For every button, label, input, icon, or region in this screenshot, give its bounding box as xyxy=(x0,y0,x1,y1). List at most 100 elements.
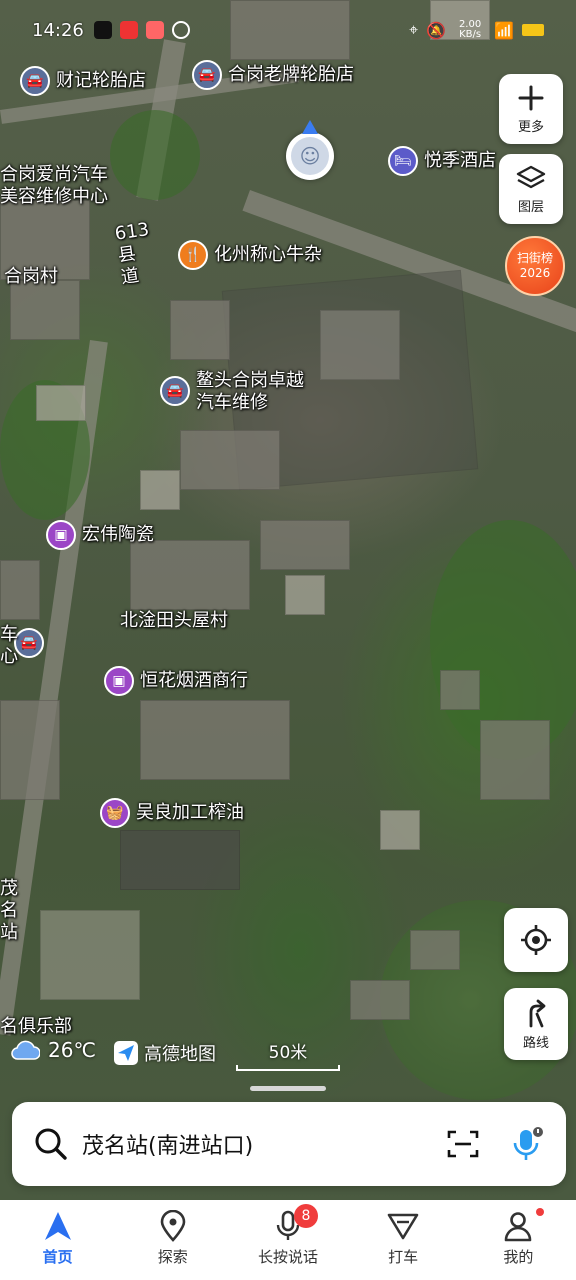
search-query[interactable]: 茂名站(南进站口) xyxy=(82,1128,446,1160)
car-repair-icon: 🚘 xyxy=(160,376,190,406)
wifi-icon: 📶 xyxy=(494,20,514,40)
net-speed: 2.00 KB/s xyxy=(458,19,482,40)
unread-dot xyxy=(536,1208,545,1216)
building xyxy=(130,540,250,610)
clock: 14:26 xyxy=(32,19,84,41)
poi-car-repair[interactable]: 🚘 xyxy=(14,628,44,658)
building xyxy=(380,810,420,850)
notification-badge: 8 xyxy=(293,1204,318,1228)
amap-logo-icon xyxy=(114,1041,138,1065)
car-repair-icon: 🚘 xyxy=(192,60,222,90)
building xyxy=(36,385,86,421)
street-ranking-badge[interactable]: 扫街榜 2026 xyxy=(505,236,565,296)
poi-shop[interactable]: ▣ 宏伟陶瓷 xyxy=(46,520,154,550)
temperature: 26℃ xyxy=(48,1038,96,1062)
search-icon xyxy=(35,1128,67,1160)
bottom-navigation: 首页 探索 8 长按说话 打车 我的 xyxy=(0,1200,576,1280)
tab-label: 我的 xyxy=(503,1248,534,1266)
badge-line1: 扫街榜 xyxy=(516,251,553,265)
poi-shopping[interactable]: 🧺 吴良加工榨油 xyxy=(100,798,244,828)
building xyxy=(140,470,180,510)
poi-shop[interactable]: ▣ 恒花烟酒商行 xyxy=(104,666,248,696)
more-label: 更多 xyxy=(517,119,544,135)
weather-widget[interactable]: 26℃ xyxy=(10,1038,96,1062)
location-pin-icon xyxy=(160,1210,186,1242)
app-icon xyxy=(145,21,164,39)
heading-arrow-icon xyxy=(302,120,318,134)
building xyxy=(480,720,550,800)
notification-icons xyxy=(93,21,190,39)
scale-label: 50米 xyxy=(268,1043,308,1063)
plus-icon xyxy=(518,85,544,110)
poi-label: 宏伟陶瓷 xyxy=(82,524,154,545)
restaurant-icon: 🍴 xyxy=(178,240,208,270)
building xyxy=(285,575,325,615)
building xyxy=(410,930,460,970)
app-icon xyxy=(171,21,190,39)
tab-profile[interactable]: 我的 xyxy=(468,1208,568,1267)
building xyxy=(260,520,350,570)
building xyxy=(170,300,230,360)
poi-car-repair[interactable]: 🚘 鳌头合岗卓越汽车维修 xyxy=(160,370,306,414)
app-icon xyxy=(119,21,138,39)
crosshair-icon xyxy=(521,925,551,955)
route-arrow-icon xyxy=(529,999,546,1027)
route-button[interactable]: 路线 xyxy=(504,988,568,1060)
mute-icon: 🔕 xyxy=(426,20,447,40)
building xyxy=(120,830,240,890)
tab-explore[interactable]: 探索 xyxy=(123,1210,223,1267)
area-label: 合岗爱尚汽车美容维修中心 xyxy=(0,164,108,207)
user-icon xyxy=(505,1212,532,1242)
layers-button[interactable]: 图层 xyxy=(499,154,563,224)
shop-icon: ▣ xyxy=(46,520,76,550)
route-label: 路线 xyxy=(522,1035,549,1051)
drag-handle[interactable] xyxy=(250,1086,326,1091)
voice-assistant-icon[interactable] xyxy=(510,1126,544,1162)
satellite-map[interactable]: 🚘 财记轮胎店 🚘 合岗老牌轮胎店 🛏 悦季酒店 🍴 化州称心牛杂 🚘 鳌头合岗… xyxy=(0,0,576,1200)
current-location-marker[interactable]: ☺ xyxy=(286,120,334,180)
status-bar: 14:26 ⌖ 🔕 2.00 KB/s 📶 xyxy=(0,0,576,60)
scan-icon[interactable] xyxy=(446,1128,480,1160)
location-status-icon: ⌖ xyxy=(409,20,419,39)
poi-label: 财记轮胎店 xyxy=(56,70,146,91)
amap-logo: 高德地图 xyxy=(114,1040,216,1066)
brand-text: 高德地图 xyxy=(144,1044,216,1065)
hotel-icon: 🛏 xyxy=(388,146,418,176)
poi-restaurant[interactable]: 🍴 化州称心牛杂 xyxy=(178,240,322,270)
building xyxy=(40,910,140,1000)
area-label: 车心 xyxy=(0,624,18,667)
locate-me-button[interactable] xyxy=(504,908,568,972)
roundabout-green xyxy=(110,110,200,200)
car-repair-icon: 🚘 xyxy=(14,628,44,658)
village-label: 合岗村 xyxy=(4,266,58,287)
road-label: 613县道 xyxy=(113,219,151,289)
tiktok-icon xyxy=(93,21,112,39)
building xyxy=(140,700,290,780)
building xyxy=(440,670,480,710)
building xyxy=(0,560,40,620)
area-label: 名俱乐部 xyxy=(0,1016,72,1037)
map-scale: 50米 xyxy=(236,1038,340,1071)
tab-label: 首页 xyxy=(42,1248,73,1266)
taxi-icon xyxy=(387,1213,419,1240)
cloud-icon xyxy=(11,1040,40,1060)
tab-voice[interactable]: 8 长按说话 xyxy=(238,1204,338,1267)
station-label: 茂名站 xyxy=(0,878,18,943)
more-button[interactable]: 更多 xyxy=(499,74,563,144)
layers-label: 图层 xyxy=(517,199,544,215)
tab-label: 长按说话 xyxy=(257,1248,318,1266)
tab-home[interactable]: 首页 xyxy=(8,1210,108,1267)
layers-icon xyxy=(516,165,546,188)
poi-hotel[interactable]: 🛏 悦季酒店 xyxy=(388,146,496,176)
tab-taxi[interactable]: 打车 xyxy=(353,1210,453,1267)
poi-label: 吴良加工榨油 xyxy=(136,802,244,823)
poi-car-repair[interactable]: 🚘 合岗老牌轮胎店 xyxy=(192,60,354,90)
badge-line2: 2026 xyxy=(519,266,551,280)
building xyxy=(10,280,80,340)
car-repair-icon: 🚘 xyxy=(20,66,50,96)
poi-car-repair[interactable]: 🚘 财记轮胎店 xyxy=(20,66,146,96)
poi-label: 化州称心牛杂 xyxy=(214,244,322,265)
user-avatar-icon: ☺ xyxy=(291,137,329,175)
search-bar[interactable]: 茂名站(南进站口) xyxy=(12,1102,566,1186)
building xyxy=(180,430,280,490)
